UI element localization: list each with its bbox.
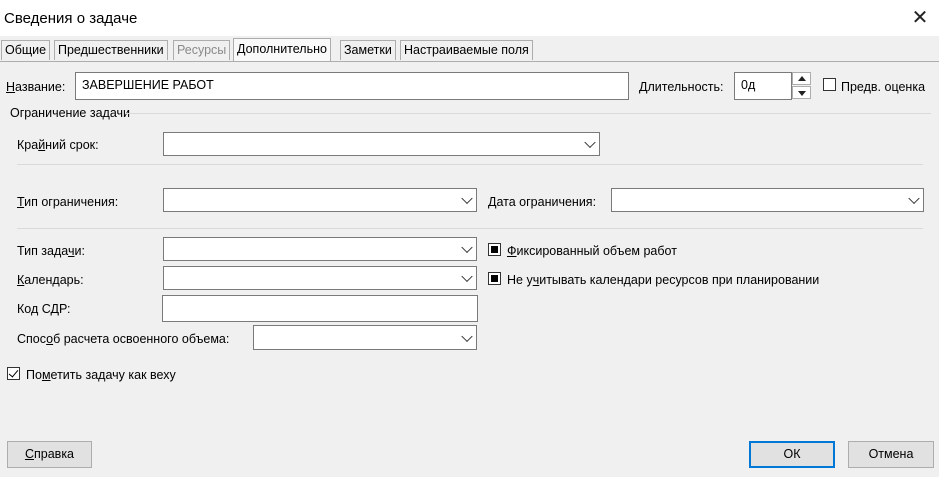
- wbs-input[interactable]: [162, 295, 478, 322]
- checkmark-icon: [8, 367, 19, 378]
- calendar-combo[interactable]: [163, 266, 477, 290]
- wbs-label: Код СДР:: [17, 302, 71, 316]
- divider: [17, 228, 923, 229]
- duration-input[interactable]: 0д: [734, 72, 792, 100]
- cancel-button[interactable]: Отмена: [848, 441, 934, 468]
- ok-button[interactable]: ОК: [749, 441, 835, 468]
- tab-notes[interactable]: Заметки: [340, 40, 396, 60]
- deadline-combo[interactable]: [163, 132, 600, 156]
- chevron-down-icon: [908, 192, 920, 205]
- task-type-label: Тип задачи:: [17, 244, 85, 258]
- group-divider: [126, 113, 931, 114]
- constraint-date-label: Дата ограничения:: [488, 195, 597, 209]
- name-label: Название:: [6, 80, 66, 94]
- tab-advanced[interactable]: Дополнительно: [233, 38, 331, 61]
- deadline-label: Крайний срок:: [17, 138, 99, 152]
- ignore-calendars-checkbox[interactable]: [488, 272, 501, 285]
- earned-value-label: Способ расчета освоенного объема:: [17, 332, 230, 346]
- ignore-calendars-label: Не учитывать календари ресурсов при план…: [507, 273, 820, 287]
- title-bar: Сведения о задаче ✕: [0, 0, 939, 36]
- tab-resources: Ресурсы: [173, 40, 231, 60]
- tab-panel-border: [0, 61, 939, 62]
- tab-general[interactable]: Общие: [1, 40, 51, 60]
- effort-driven-label: Фиксированный объем работ: [507, 244, 677, 258]
- arrow-up-icon: [798, 76, 806, 81]
- help-button[interactable]: Справка: [7, 441, 92, 468]
- duration-value: 0д: [741, 78, 756, 92]
- constraint-type-combo[interactable]: [163, 188, 477, 212]
- duration-label: Длительность:: [639, 80, 724, 94]
- estimated-label: Предв. оценка: [841, 80, 926, 94]
- chevron-down-icon: [461, 192, 473, 205]
- chevron-down-icon: [461, 330, 473, 342]
- name-value: ЗАВЕРШЕНИЕ РАБОТ: [82, 78, 214, 92]
- milestone-checkbox[interactable]: [7, 367, 20, 380]
- arrow-down-icon: [798, 91, 806, 96]
- constraint-type-label: Тип ограничения:: [17, 195, 119, 209]
- chevron-down-icon: [461, 241, 473, 254]
- estimated-checkbox[interactable]: [823, 78, 836, 91]
- task-type-combo[interactable]: [163, 237, 477, 261]
- spin-up-button[interactable]: [792, 72, 811, 85]
- effort-driven-checkbox[interactable]: [488, 243, 501, 256]
- duration-spinner: [792, 72, 811, 100]
- tab-custom-fields[interactable]: Настраиваемые поля: [400, 40, 533, 60]
- chevron-down-icon: [584, 136, 596, 149]
- milestone-label: Пометить задачу как веху: [26, 368, 176, 382]
- chevron-down-icon: [461, 270, 473, 283]
- close-icon[interactable]: ✕: [908, 6, 932, 30]
- window-title: Сведения о задаче: [4, 10, 138, 27]
- name-input[interactable]: ЗАВЕРШЕНИЕ РАБОТ: [75, 72, 629, 100]
- constraint-date-combo[interactable]: [611, 188, 924, 212]
- divider: [17, 164, 923, 165]
- tab-predecessors[interactable]: Предшественники: [54, 40, 168, 60]
- calendar-label: Календарь:: [17, 273, 84, 287]
- constraint-group-label: Ограничение задачи: [10, 106, 130, 120]
- spin-down-button[interactable]: [792, 86, 811, 99]
- earned-value-combo[interactable]: [253, 325, 477, 350]
